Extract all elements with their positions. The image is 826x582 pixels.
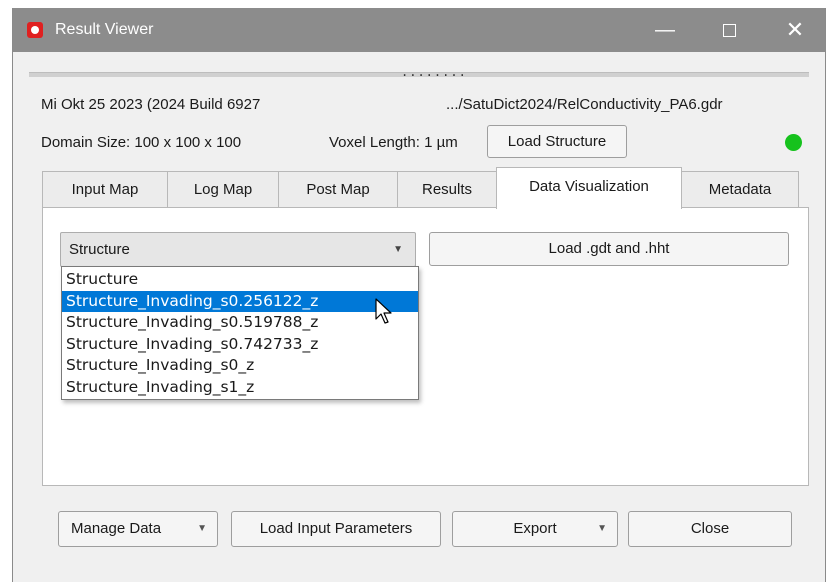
structure-dropdown-list: Structure Structure_Invading_s0.256122_z… <box>61 266 419 400</box>
file-path: .../SatuDict2024/RelConductivity_PA6.gdr <box>446 96 723 113</box>
dropdown-option[interactable]: Structure_Invading_s0_z <box>62 355 418 377</box>
maximize-icon <box>722 24 736 38</box>
load-structure-button[interactable]: Load Structure <box>487 125 627 158</box>
result-viewer-window: Result Viewer — ✕ ........ Mi Okt 25 202… <box>12 8 826 582</box>
tab-post-map[interactable]: Post Map <box>278 171 398 208</box>
structure-select[interactable]: Structure ▼ <box>60 232 416 267</box>
dropdown-option[interactable]: Structure_Invading_s0.519788_z <box>62 312 418 334</box>
dropdown-option[interactable]: Structure <box>62 269 418 291</box>
close-button[interactable]: Close <box>628 511 792 547</box>
export-label: Export <box>513 520 557 537</box>
tab-results[interactable]: Results <box>397 171 497 208</box>
manage-data-label: Manage Data <box>71 520 162 537</box>
tab-log-map[interactable]: Log Map <box>167 171 279 208</box>
tab-bar: Input Map Log Map Post Map Results Data … <box>42 167 812 209</box>
tab-metadata[interactable]: Metadata <box>681 171 799 208</box>
voxel-length: Voxel Length: 1 µm <box>329 134 458 151</box>
export-button[interactable]: Export ▼ <box>452 511 618 547</box>
maximize-button[interactable] <box>699 8 759 52</box>
status-indicator <box>785 134 802 151</box>
dropdown-option-highlighted[interactable]: Structure_Invading_s0.256122_z <box>62 290 418 312</box>
manage-data-button[interactable]: Manage Data ▼ <box>58 511 218 547</box>
app-logo-icon <box>27 22 43 38</box>
window-title: Result Viewer <box>55 21 154 38</box>
tab-data-visualization[interactable]: Data Visualization <box>496 167 682 209</box>
chevron-down-icon: ▼ <box>393 244 403 255</box>
build-info: Mi Okt 25 2023 (2024 Build 6927 <box>41 96 261 113</box>
title-bar[interactable]: Result Viewer — ✕ <box>13 8 825 52</box>
close-window-button[interactable]: ✕ <box>765 8 825 52</box>
chevron-down-icon: ▼ <box>597 523 607 534</box>
mouse-pointer-icon <box>375 298 392 324</box>
load-input-parameters-button[interactable]: Load Input Parameters <box>231 511 441 547</box>
chevron-down-icon: ▼ <box>197 523 207 534</box>
minimize-button[interactable]: — <box>635 8 695 52</box>
structure-select-value: Structure <box>69 241 130 258</box>
dropdown-option[interactable]: Structure_Invading_s1_z <box>62 377 418 399</box>
load-gdt-hht-button[interactable]: Load .gdt and .hht <box>429 232 789 266</box>
tab-input-map[interactable]: Input Map <box>42 171 168 208</box>
domain-size: Domain Size: 100 x 100 x 100 <box>41 134 242 151</box>
dropdown-option[interactable]: Structure_Invading_s0.742733_z <box>62 334 418 356</box>
splitter-grip[interactable]: ........ <box>401 65 467 79</box>
